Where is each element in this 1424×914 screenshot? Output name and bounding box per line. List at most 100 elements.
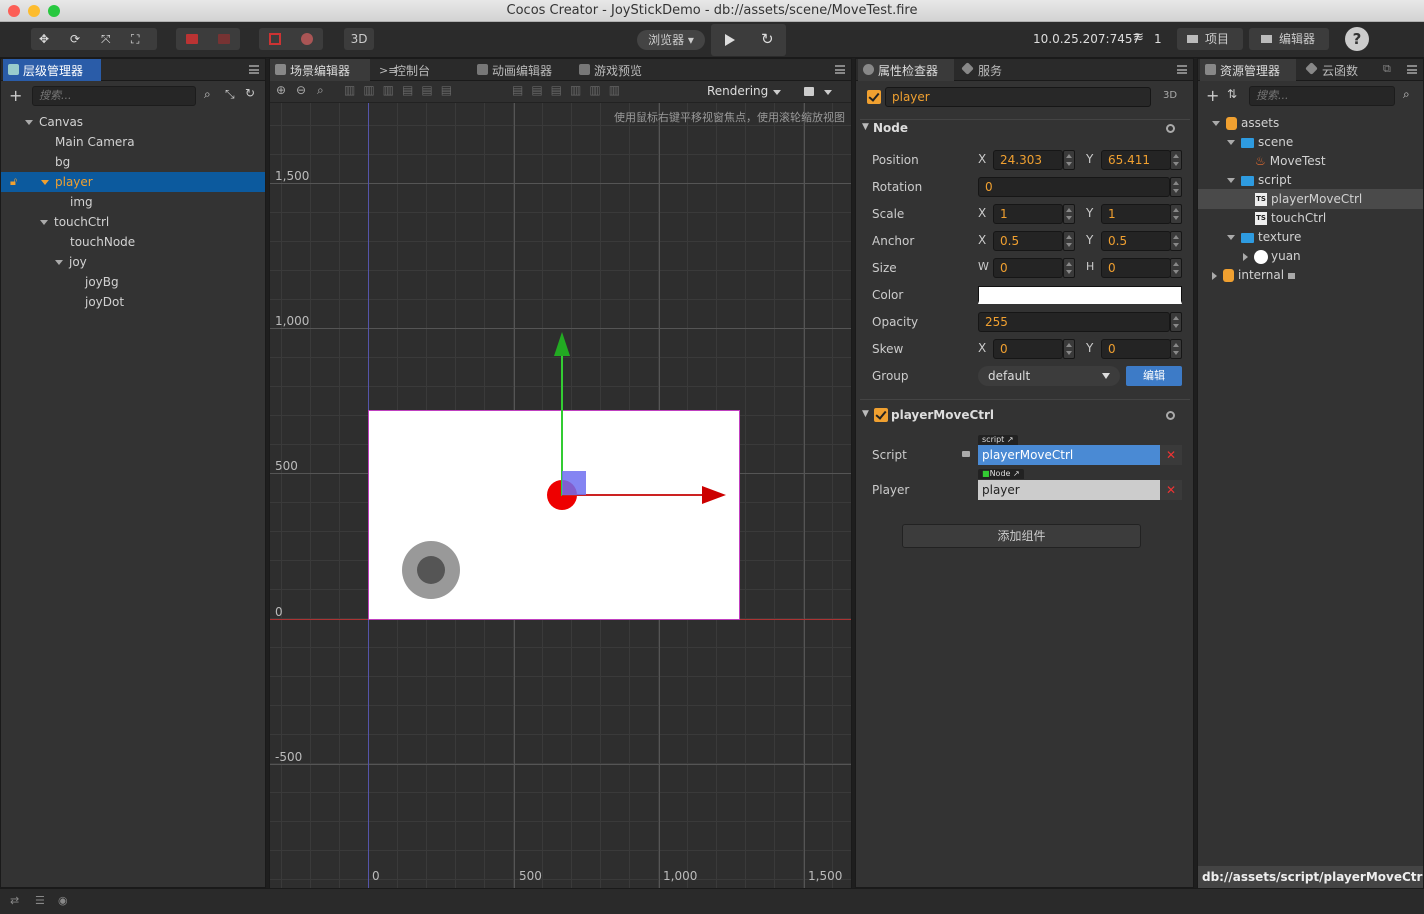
scale-tool-icon[interactable]: ⤧ (101, 28, 111, 50)
gear-icon[interactable] (1166, 411, 1175, 420)
sort-icon[interactable]: ⇅ (1227, 87, 1237, 101)
anchor-x-stepper[interactable] (1063, 231, 1075, 251)
anchor-y-input[interactable]: 0.5 (1101, 231, 1171, 251)
tree-node-bg[interactable]: bg (55, 152, 70, 172)
maximize-window-icon[interactable] (48, 5, 60, 17)
tree-node-player[interactable]: 🔓︎ player (1, 172, 265, 192)
search-icon[interactable]: ⌕ (204, 87, 211, 102)
gizmo-y-arrow-icon[interactable] (554, 332, 570, 356)
move-tool-icon[interactable]: ✥ (39, 28, 49, 50)
global-space-icon[interactable] (301, 33, 313, 45)
tab-hierarchy[interactable]: 层级管理器 (3, 59, 101, 81)
tab-console[interactable]: >≡ 控制台 (374, 59, 468, 81)
group-select[interactable]: default (978, 366, 1120, 386)
panel-menu-icon[interactable] (835, 65, 845, 74)
rendering-select[interactable]: Rendering (707, 84, 768, 98)
skew-y-input[interactable]: 0 (1101, 339, 1171, 359)
center-icon[interactable] (218, 34, 230, 44)
tree-node-touchnode[interactable]: touchNode (70, 232, 135, 252)
sync-icon[interactable]: ⇄ (10, 894, 19, 907)
expand-icon[interactable] (1212, 271, 1217, 280)
distribute-tools-icon[interactable]: ▤▤▤▥▥▥ (512, 83, 628, 97)
rotation-input[interactable]: 0 (978, 177, 1170, 197)
help-button[interactable]: ? (1345, 27, 1369, 51)
add-component-button[interactable]: 添加组件 (902, 524, 1141, 548)
expand-icon[interactable] (1227, 140, 1235, 145)
skew-y-stepper[interactable] (1170, 339, 1182, 359)
position-x-stepper[interactable] (1063, 150, 1075, 170)
position-x-input[interactable]: 24.303 (993, 150, 1063, 170)
asset-playermovectrl[interactable]: TS playerMoveCtrl (1198, 189, 1423, 209)
rotate-tool-icon[interactable]: ⟳ (70, 28, 80, 50)
size-w-stepper[interactable] (1063, 258, 1075, 278)
search-icon[interactable]: ⌕ (1403, 87, 1410, 102)
gizmo-center-handle[interactable] (562, 471, 586, 495)
add-node-icon[interactable]: + (9, 86, 22, 105)
opacity-stepper[interactable] (1170, 312, 1182, 332)
mode-3d-toggle[interactable]: 3D (1163, 90, 1177, 101)
zoom-reset-icon[interactable]: ⌕ (317, 83, 324, 98)
minimize-window-icon[interactable] (28, 5, 40, 17)
asset-script[interactable]: script (1227, 170, 1291, 190)
rect-tool-icon[interactable]: ⛶ (131, 28, 139, 50)
asset-internal[interactable]: internal (1212, 265, 1296, 285)
expand-icon[interactable] (1227, 178, 1235, 183)
scale-y-input[interactable]: 1 (1101, 204, 1171, 224)
refresh-icon[interactable]: ↻ (245, 86, 255, 100)
play-icon[interactable] (725, 34, 735, 46)
tab-game-preview[interactable]: 游戏预览 (574, 59, 664, 81)
editor-button[interactable]: 编辑器 (1249, 28, 1329, 50)
expand-icon[interactable] (1212, 121, 1220, 126)
tab-services[interactable]: 服务 (958, 59, 1018, 81)
expand-icon[interactable] (1227, 235, 1235, 240)
position-y-input[interactable]: 65.411 (1101, 150, 1171, 170)
collapse-icon[interactable]: ▼ (862, 409, 869, 419)
lock-icon[interactable]: 🔓︎ (10, 172, 17, 192)
clear-player-icon[interactable]: ✕ (1160, 480, 1182, 500)
expand-icon[interactable] (41, 180, 49, 185)
size-h-input[interactable]: 0 (1101, 258, 1171, 278)
size-h-stepper[interactable] (1170, 258, 1182, 278)
add-asset-icon[interactable]: + (1206, 86, 1219, 105)
expand-icon[interactable] (55, 260, 63, 265)
component-enabled-checkbox[interactable] (874, 408, 888, 422)
gear-icon[interactable] (1166, 124, 1175, 133)
clear-script-icon[interactable]: ✕ (1160, 445, 1182, 465)
skew-x-stepper[interactable] (1063, 339, 1075, 359)
mode-3d-button[interactable]: 3D (344, 28, 374, 50)
node-active-checkbox[interactable] (867, 90, 881, 104)
align-tools-icon[interactable]: ▥▥▥▤▤▤ (344, 83, 460, 97)
rotation-stepper[interactable] (1170, 177, 1182, 197)
size-w-input[interactable]: 0 (993, 258, 1063, 278)
tab-assets[interactable]: 资源管理器 (1200, 59, 1296, 81)
tab-scene-editor[interactable]: 场景编辑器 (270, 59, 370, 81)
assets-search-input[interactable]: 搜索... (1249, 86, 1395, 106)
refresh-icon[interactable]: ↻ (761, 28, 774, 50)
scene-viewport[interactable]: 使用鼠标右键平移视窗焦点，使用滚轮缩放视图 1,500 1,000 500 0 … (270, 103, 851, 888)
expand-icon[interactable] (1243, 252, 1248, 261)
joystick-dot[interactable] (417, 556, 445, 584)
tree-node-img[interactable]: img (70, 192, 93, 212)
anchor-y-stepper[interactable] (1170, 231, 1182, 251)
expand-icon[interactable] (25, 120, 33, 125)
pivot-icon[interactable] (186, 34, 198, 44)
script-field[interactable]: playerMoveCtrl (978, 445, 1160, 465)
scale-x-stepper[interactable] (1063, 204, 1075, 224)
asset-touchctrl[interactable]: TS touchCtrl (1255, 208, 1326, 228)
position-y-stepper[interactable] (1170, 150, 1182, 170)
tree-node-main-camera[interactable]: Main Camera (55, 132, 135, 152)
tree-node-joybg[interactable]: joyBg (85, 272, 119, 292)
tab-inspector[interactable]: 属性检查器 (858, 59, 954, 81)
browser-select[interactable]: 浏览器 ▾ (637, 30, 705, 50)
zoom-out-icon[interactable]: ⊖ (296, 83, 306, 97)
tree-node-joy[interactable]: joy (55, 252, 87, 272)
zoom-in-icon[interactable]: ⊕ (276, 83, 286, 97)
close-window-icon[interactable] (8, 5, 20, 17)
gizmo-x-arrow-icon[interactable] (702, 486, 726, 504)
color-swatch[interactable] (978, 286, 1182, 304)
scale-y-stepper[interactable] (1170, 204, 1182, 224)
camera-select-icon[interactable] (804, 87, 814, 96)
node-name-input[interactable]: player (885, 87, 1151, 107)
opacity-input[interactable]: 255 (978, 312, 1170, 332)
tree-node-joydot[interactable]: joyDot (85, 292, 124, 312)
